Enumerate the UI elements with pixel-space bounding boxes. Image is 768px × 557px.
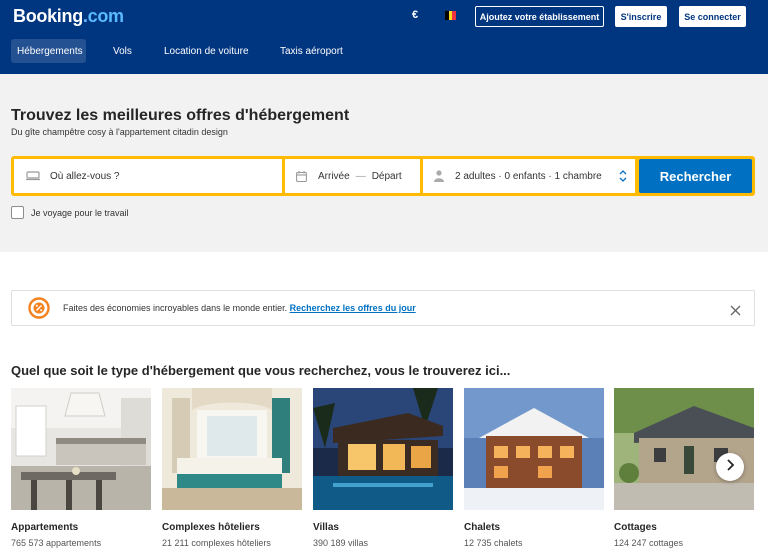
property-card-apartments[interactable]: Appartements 765 573 appartements xyxy=(11,388,151,548)
close-icon[interactable] xyxy=(730,303,741,316)
page-title: Trouvez les meilleures offres d'hébergem… xyxy=(11,107,350,124)
apartments-image xyxy=(11,388,151,510)
bed-icon xyxy=(26,171,40,181)
property-card-cottages[interactable]: Cottages 124 247 cottages xyxy=(614,388,754,548)
search-hero: Trouvez les meilleures offres d'hébergem… xyxy=(0,74,768,252)
calendar-icon xyxy=(296,170,307,182)
booking-logo[interactable]: Booking.com xyxy=(13,6,124,27)
top-header: Booking.com € Ajoutez votre établissemen… xyxy=(0,0,768,74)
property-type-count: 390 189 villas xyxy=(313,538,369,548)
person-icon xyxy=(434,170,444,182)
villas-image xyxy=(313,388,453,510)
resorts-image xyxy=(162,388,302,510)
guests-field[interactable]: 2 adultes · 0 enfants · 1 chambre xyxy=(423,159,635,193)
property-card-villas[interactable]: Villas 390 189 villas xyxy=(313,388,453,548)
currency-selector[interactable]: € xyxy=(412,9,418,21)
date-separator: — xyxy=(355,170,366,182)
dates-field[interactable]: Arrivée — Départ xyxy=(285,159,420,193)
business-travel-option[interactable]: Je voyage pour le travail xyxy=(11,206,129,219)
property-type-count: 765 573 appartements xyxy=(11,538,102,548)
deals-banner: Faites des économies incroyables dans le… xyxy=(11,290,755,326)
business-travel-checkbox[interactable] xyxy=(11,206,24,219)
deal-badge-icon xyxy=(28,297,50,319)
business-travel-label: Je voyage pour le travail xyxy=(31,207,129,218)
updown-icon xyxy=(619,169,627,183)
nav-item-airport-taxis[interactable]: Taxis aéroport xyxy=(274,39,349,63)
property-card-resorts[interactable]: Complexes hôteliers 21 211 complexes hôt… xyxy=(162,388,302,548)
property-type-count: 21 211 complexes hôteliers xyxy=(162,538,271,548)
deals-link[interactable]: Recherchez les offres du jour xyxy=(290,303,416,313)
property-type-name: Complexes hôteliers xyxy=(162,522,260,533)
nav-item-flights[interactable]: Vols xyxy=(107,39,138,63)
nav-item-car-rental[interactable]: Location de voiture xyxy=(158,39,255,63)
logo-suffix: .com xyxy=(82,6,124,26)
property-type-name: Chalets xyxy=(464,522,501,533)
property-card-chalets[interactable]: Chalets 12 735 chalets xyxy=(464,388,604,548)
property-type-name: Appartements xyxy=(11,522,79,533)
banner-message: Faites des économies incroyables dans le… xyxy=(63,303,416,313)
destination-placeholder: Où allez-vous ? xyxy=(50,170,120,182)
chevron-right-icon xyxy=(725,458,735,476)
destination-field[interactable]: Où allez-vous ? xyxy=(14,159,282,193)
list-property-button[interactable]: Ajoutez votre établissement xyxy=(475,6,604,27)
property-type-name: Cottages xyxy=(614,522,657,533)
nav-item-stays[interactable]: Hébergements xyxy=(11,39,86,63)
logo-main: Booking xyxy=(13,6,83,26)
register-button[interactable]: S'inscrire xyxy=(615,6,667,27)
search-button[interactable]: Rechercher xyxy=(639,159,752,193)
checkin-label: Arrivée xyxy=(318,170,350,182)
search-bar: Où allez-vous ? Arrivée — Départ 2 adult… xyxy=(11,156,755,196)
banner-text: Faites des économies incroyables dans le… xyxy=(63,303,288,313)
property-type-name: Villas xyxy=(313,522,339,533)
page-subtitle: Du gîte champêtre cosy à l'appartement c… xyxy=(11,127,228,137)
property-type-count: 12 735 chalets xyxy=(464,538,523,548)
carousel-next-button[interactable] xyxy=(716,453,744,481)
cottages-image xyxy=(614,388,754,510)
property-type-count: 124 247 cottages xyxy=(614,538,684,548)
guests-summary: 2 adultes · 0 enfants · 1 chambre xyxy=(455,170,602,182)
language-flag-icon[interactable] xyxy=(445,11,457,20)
section-title: Quel que soit le type d'hébergement que … xyxy=(11,363,511,378)
chalets-image xyxy=(464,388,604,510)
checkout-label: Départ xyxy=(371,170,402,182)
login-button[interactable]: Se connecter xyxy=(679,6,746,27)
